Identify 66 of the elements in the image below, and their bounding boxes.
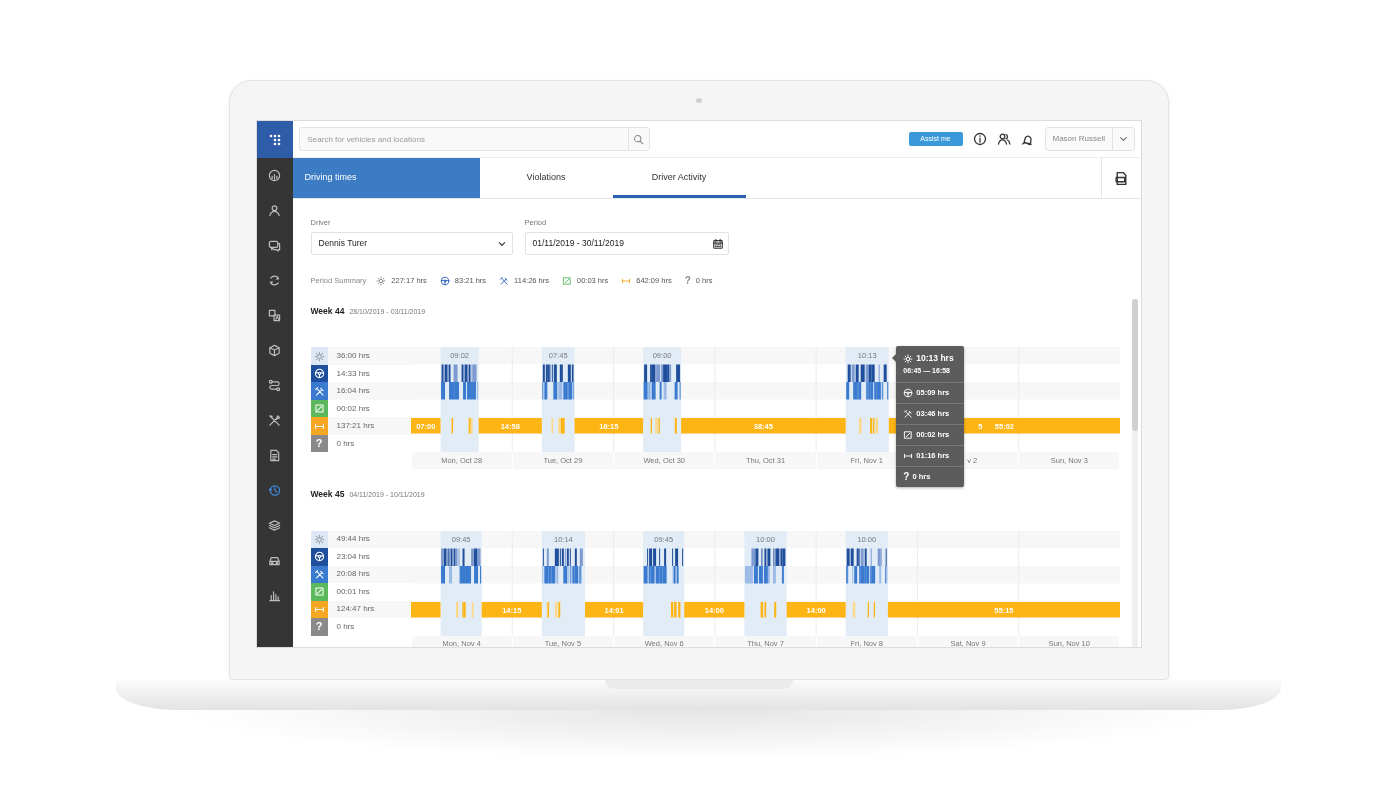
- tools-icon: [313, 568, 325, 580]
- tools-icon: [499, 275, 510, 286]
- question-icon: ?: [684, 275, 691, 286]
- square-slash-icon: [562, 275, 572, 286]
- steering-wheel-icon: [903, 387, 914, 398]
- activity-drawing: [845, 548, 887, 617]
- row-total: 23:04 hrs: [335, 550, 370, 563]
- steering-wheel-icon: [313, 551, 325, 563]
- row-total: 0 hrs: [335, 620, 355, 633]
- rest-bar: [574, 418, 643, 434]
- field-value: 01/11/2019 - 30/11/2019: [532, 237, 624, 251]
- activity-drawing: [440, 364, 478, 434]
- date-field[interactable]: 01/11/2019 - 30/11/2019: [524, 232, 729, 256]
- export-button[interactable]: [1113, 170, 1129, 186]
- square-slash-icon: [903, 429, 914, 440]
- activity-drawing: [541, 548, 583, 617]
- camera-dot: [695, 98, 702, 103]
- row-total: 137:21 hrs: [335, 420, 375, 432]
- tab[interactable]: Violations: [479, 158, 613, 198]
- steering-wheel-icon: [313, 368, 325, 379]
- people-icon[interactable]: [996, 132, 1011, 146]
- question-icon: ?: [903, 471, 910, 482]
- week-title: Week 44: [310, 304, 345, 318]
- user-menu[interactable]: Mason Russell: [1044, 127, 1135, 151]
- row-total: 20:08 hrs: [335, 568, 370, 581]
- tab[interactable]: Driver Activity: [612, 158, 746, 198]
- scrollbar[interactable]: [1131, 299, 1138, 647]
- row-total: 14:33 hrs: [335, 367, 370, 380]
- activity-drawing: [744, 548, 785, 617]
- driver-select[interactable]: Dennis Turer: [310, 232, 513, 256]
- sun-icon: [376, 275, 387, 286]
- logo-icon: [267, 132, 282, 147]
- search-field[interactable]: Search for vehicles and locations: [298, 127, 628, 151]
- activity-drawing: [541, 364, 574, 434]
- sun-icon: [313, 350, 325, 362]
- rest-bar: [410, 418, 441, 434]
- steering-wheel-icon: [439, 275, 450, 286]
- row-total: 36:00 hrs: [335, 350, 370, 362]
- activity-drawing: [643, 364, 681, 434]
- row-total: 124:47 hrs: [335, 603, 375, 616]
- activity-drawing: [845, 364, 888, 434]
- calendar-icon: [711, 237, 724, 250]
- sun-icon: [903, 353, 914, 364]
- search-icon: [633, 133, 644, 145]
- page-title: Driving times: [292, 158, 480, 198]
- square-slash-icon: [313, 403, 325, 414]
- question-icon: ?: [315, 438, 323, 449]
- activity-drawing: [643, 548, 683, 617]
- info-icon[interactable]: [972, 132, 987, 146]
- question-icon: ?: [315, 621, 323, 633]
- tooltip-title: 10:13 hrs: [916, 352, 954, 365]
- search-button[interactable]: [627, 127, 650, 151]
- field-value: Dennis Turer: [318, 237, 368, 251]
- week-title: Week 45: [310, 487, 345, 501]
- row-total: 00:02 hrs: [335, 402, 370, 415]
- row-total: 00:01 hrs: [335, 585, 370, 598]
- tools-icon: [313, 385, 325, 397]
- activity-drawing: [440, 548, 481, 617]
- row-total: 49:44 hrs: [335, 533, 370, 546]
- sun-icon: [313, 533, 325, 545]
- row-total: 16:04 hrs: [335, 385, 370, 397]
- document-icon: [1113, 170, 1129, 186]
- tools-icon: [903, 408, 914, 419]
- row-total: 0 hrs: [335, 437, 355, 450]
- rest-bar: [478, 418, 542, 434]
- square-slash-icon: [313, 586, 325, 598]
